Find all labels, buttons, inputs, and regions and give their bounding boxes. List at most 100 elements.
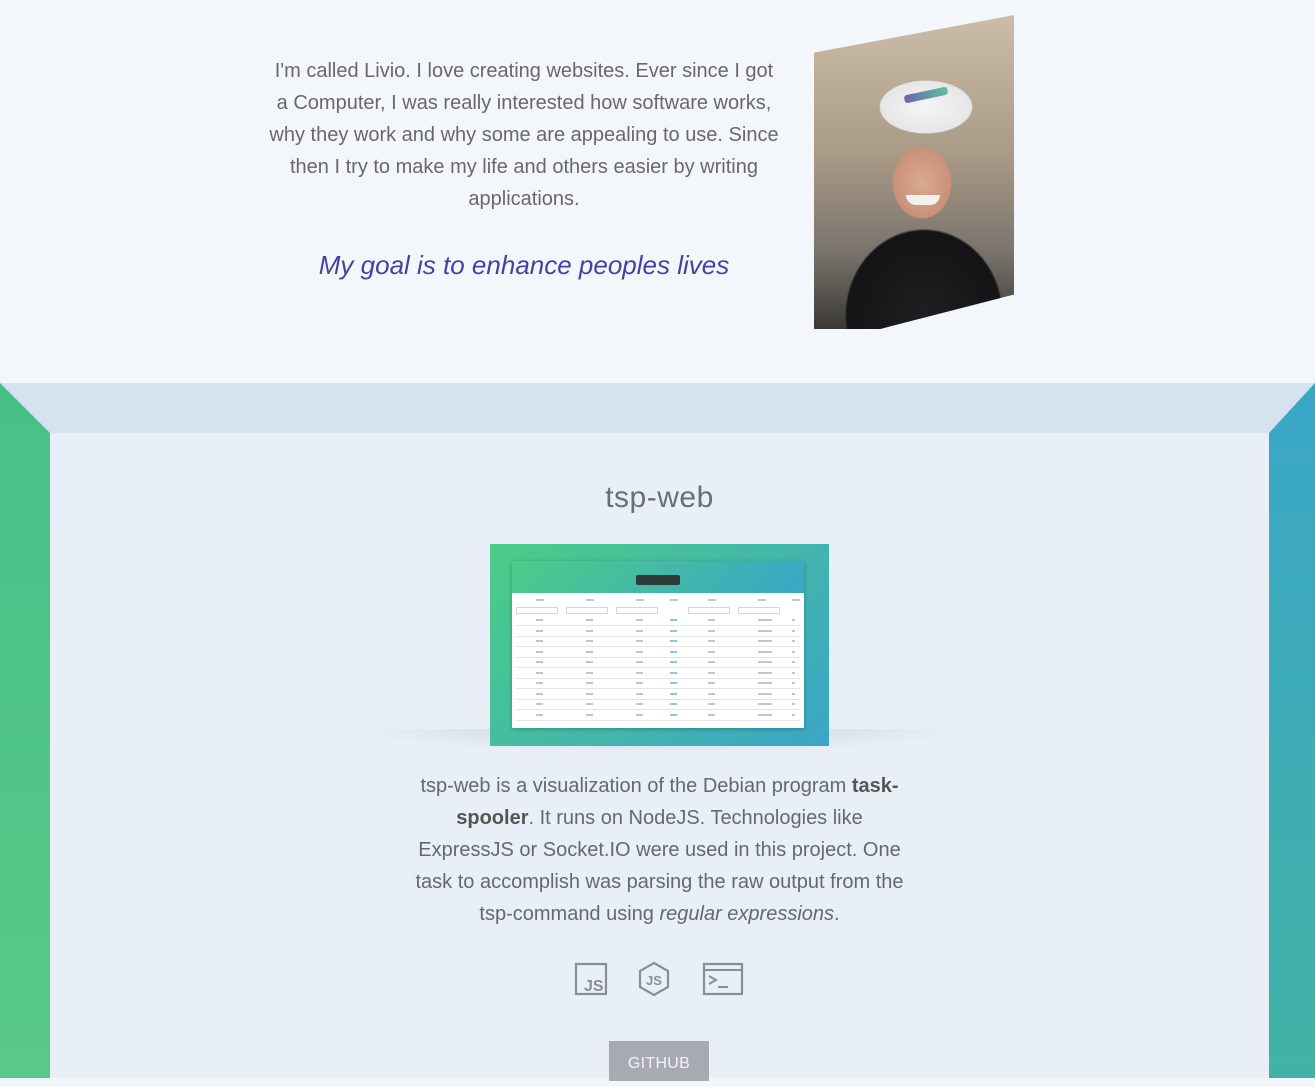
screenshot-row-divider bbox=[516, 625, 800, 626]
screenshot-cell bbox=[536, 671, 543, 674]
screenshot-cell bbox=[792, 619, 795, 621]
screenshot-row-divider bbox=[516, 719, 800, 721]
screenshot-cell bbox=[586, 682, 593, 684]
description-text: tsp-web is a visualization of the Debian… bbox=[420, 775, 852, 797]
description-text: . bbox=[834, 903, 840, 925]
screenshot-cell bbox=[708, 682, 715, 684]
screenshot-cell bbox=[670, 671, 677, 674]
screenshot-cell bbox=[586, 692, 593, 695]
project-description: tsp-web is a visualization of the Debian… bbox=[412, 770, 907, 930]
screenshot-row-divider bbox=[516, 667, 800, 668]
screenshot-cell bbox=[536, 661, 543, 663]
screenshot-cell bbox=[708, 640, 715, 642]
profile-photo bbox=[814, 15, 1014, 329]
project-card: tsp-web tsp-web is a visualization of th… bbox=[50, 433, 1269, 1081]
screenshot-cell bbox=[792, 713, 795, 716]
screenshot-cell bbox=[670, 703, 677, 705]
photo-detail bbox=[906, 195, 940, 205]
description-italic: regular expressions bbox=[659, 903, 835, 925]
screenshot-cell bbox=[792, 703, 795, 705]
screenshot-filter-input bbox=[738, 607, 780, 614]
screenshot-cell bbox=[792, 640, 795, 642]
screenshot-cell bbox=[536, 703, 543, 705]
terminal-icon bbox=[702, 961, 744, 997]
screenshot-header-cell bbox=[792, 599, 800, 601]
screenshot-cell bbox=[670, 650, 677, 653]
screenshot-cell bbox=[536, 619, 543, 621]
screenshot-cell bbox=[586, 619, 593, 621]
screenshot-cell bbox=[708, 713, 715, 716]
screenshot-cell bbox=[708, 629, 715, 632]
screenshot-header-cell bbox=[708, 599, 716, 601]
screenshot-header-cell bbox=[670, 599, 678, 601]
screenshot-cell bbox=[792, 650, 795, 653]
screenshot-cell bbox=[586, 650, 593, 653]
screenshot-cell bbox=[670, 713, 677, 716]
screenshot-cell bbox=[670, 619, 677, 621]
screenshot-cell bbox=[536, 650, 543, 653]
svg-text:JS: JS bbox=[584, 978, 604, 995]
screenshot-cell bbox=[536, 640, 543, 642]
github-button[interactable]: GITHUB bbox=[609, 1041, 709, 1081]
screenshot-cell bbox=[758, 650, 772, 653]
project-frame-left-wall bbox=[0, 383, 50, 1078]
screenshot-row-divider bbox=[516, 688, 800, 689]
screenshot-header-cell bbox=[586, 599, 594, 601]
screenshot-row-divider bbox=[516, 698, 800, 700]
screenshot-cell bbox=[758, 713, 772, 716]
screenshot-cell bbox=[670, 682, 677, 684]
screenshot-cell bbox=[758, 671, 772, 674]
screenshot-cell bbox=[636, 619, 643, 621]
screenshot-app-header bbox=[512, 561, 804, 593]
screenshot-app-logo bbox=[636, 575, 680, 585]
screenshot-cell bbox=[670, 661, 677, 663]
screenshot-cell bbox=[536, 629, 543, 632]
screenshot-cell bbox=[708, 619, 715, 621]
screenshot-cell bbox=[708, 671, 715, 674]
screenshot-cell bbox=[536, 682, 543, 684]
screenshot-cell bbox=[586, 671, 593, 674]
screenshot-row-divider bbox=[516, 656, 800, 658]
svg-text:JS: JS bbox=[646, 973, 662, 988]
screenshot-app-panel bbox=[512, 561, 804, 728]
project-title: tsp-web bbox=[605, 481, 714, 514]
screenshot-header-cell bbox=[536, 599, 544, 601]
screenshot-filter-input bbox=[616, 607, 658, 614]
screenshot-cell bbox=[758, 692, 772, 695]
screenshot-cell bbox=[670, 629, 677, 632]
screenshot-cell bbox=[670, 692, 677, 695]
screenshot-cell bbox=[758, 640, 772, 642]
goal-tagline: My goal is to enhance peoples lives bbox=[318, 250, 730, 280]
screenshot-row-divider bbox=[516, 677, 800, 679]
screenshot-cell bbox=[792, 629, 795, 632]
screenshot-cell bbox=[758, 703, 772, 705]
screenshot-cell bbox=[708, 661, 715, 663]
screenshot-cell bbox=[670, 640, 677, 642]
cap-logo bbox=[903, 86, 949, 104]
about-section: I'm called Livio. I love creating websit… bbox=[0, 0, 1315, 383]
screenshot-row-divider bbox=[516, 646, 800, 647]
screenshot-cell bbox=[708, 692, 715, 695]
screenshot-cell bbox=[636, 629, 643, 632]
screenshot-cell bbox=[792, 671, 795, 674]
screenshot-cell bbox=[536, 713, 543, 716]
javascript-icon: JS bbox=[574, 961, 608, 997]
screenshot-row-divider bbox=[516, 709, 800, 710]
screenshot-cell bbox=[636, 692, 643, 695]
screenshot-cell bbox=[792, 661, 795, 663]
screenshot-cell bbox=[586, 661, 593, 663]
screenshot-cell bbox=[586, 629, 593, 632]
screenshot-cell bbox=[636, 671, 643, 674]
project-frame-right-wall bbox=[1269, 383, 1315, 1078]
screenshot-cell bbox=[758, 682, 772, 684]
project-screenshot[interactable] bbox=[490, 544, 829, 746]
screenshot-cell bbox=[792, 682, 795, 684]
screenshot-cell bbox=[708, 650, 715, 653]
screenshot-cell bbox=[636, 650, 643, 653]
screenshot-row-divider bbox=[516, 635, 800, 637]
screenshot-header-cell bbox=[636, 599, 644, 601]
screenshot-cell bbox=[792, 692, 795, 695]
nodejs-icon: JS bbox=[637, 961, 671, 997]
screenshot-cell bbox=[758, 629, 772, 632]
screenshot-filter-input bbox=[688, 607, 730, 614]
